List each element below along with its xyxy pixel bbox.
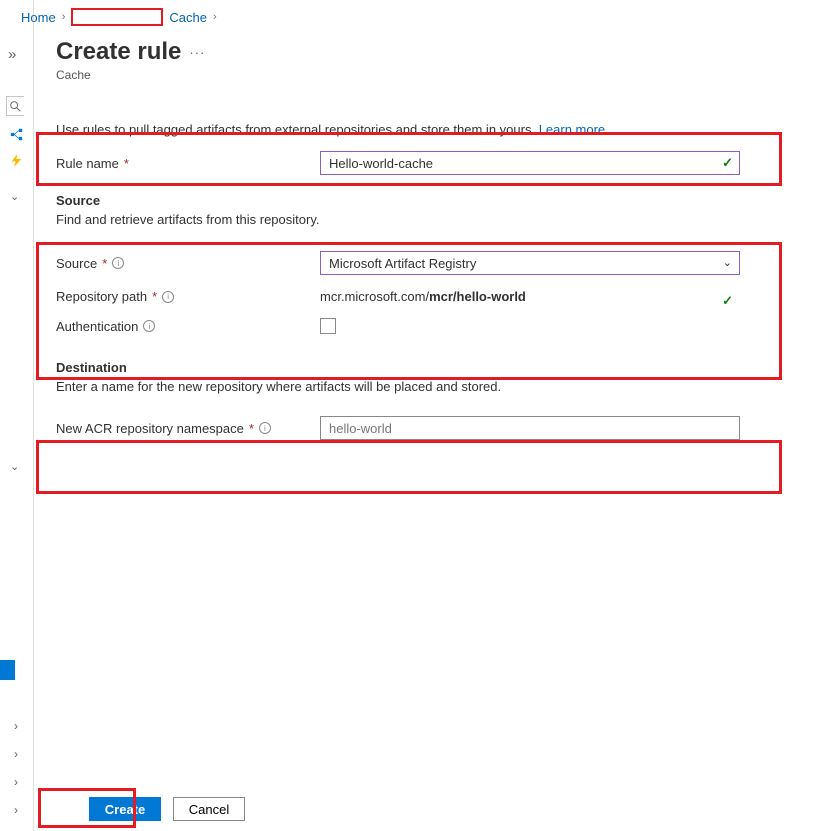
intro-text: Use rules to pull tagged artifacts from …: [56, 122, 800, 137]
nav-icon-1[interactable]: [10, 128, 23, 144]
breadcrumb: Home › Cache ›: [19, 0, 822, 26]
learn-more-link[interactable]: Learn more: [539, 122, 605, 137]
required-marker: *: [124, 156, 129, 171]
info-icon[interactable]: i: [143, 320, 155, 332]
active-nav-indicator: [0, 660, 15, 680]
namespace-input[interactable]: [320, 416, 740, 440]
chevron-down-icon[interactable]: ⌄: [10, 190, 19, 203]
left-nav-rail: » ⌄ ⌄ › › › ›: [0, 0, 33, 831]
create-button[interactable]: Create: [89, 797, 161, 821]
search-icon[interactable]: [6, 96, 24, 116]
chevron-right-icon[interactable]: ›: [14, 747, 18, 761]
required-marker: *: [102, 256, 107, 271]
main-panel: Home › Cache › Create rule ··· Cache Use…: [33, 0, 822, 831]
source-heading: Source: [56, 193, 800, 208]
repo-path-label: Repository path: [56, 289, 147, 304]
namespace-label: New ACR repository namespace: [56, 421, 244, 436]
source-select-value: Microsoft Artifact Registry: [329, 256, 476, 271]
info-icon[interactable]: i: [112, 257, 124, 269]
valid-check-icon: ✓: [722, 155, 733, 171]
source-select[interactable]: Microsoft Artifact Registry: [320, 251, 740, 275]
chevron-right-icon: ›: [62, 11, 66, 23]
rule-name-input[interactable]: [320, 151, 740, 175]
destination-description: Enter a name for the new repository wher…: [56, 379, 800, 394]
required-marker: *: [152, 289, 157, 304]
source-description: Find and retrieve artifacts from this re…: [56, 212, 800, 227]
info-icon[interactable]: i: [162, 291, 174, 303]
destination-heading: Destination: [56, 360, 800, 375]
more-actions-icon[interactable]: ···: [189, 45, 205, 60]
breadcrumb-redacted: [71, 8, 163, 26]
rule-name-label: Rule name: [56, 156, 119, 171]
chevron-right-icon: ›: [213, 11, 217, 23]
breadcrumb-home[interactable]: Home: [21, 10, 56, 25]
repo-path-input[interactable]: mcr.microsoft.com/mcr/hello-world: [320, 289, 740, 304]
auth-label: Authentication: [56, 319, 138, 334]
page-subtitle: Cache: [56, 68, 800, 82]
required-marker: *: [249, 421, 254, 436]
chevron-down-icon[interactable]: ⌄: [10, 460, 19, 473]
source-label: Source: [56, 256, 97, 271]
collapse-nav-icon[interactable]: »: [8, 46, 16, 63]
breadcrumb-cache[interactable]: Cache: [169, 10, 207, 25]
footer-actions: Create Cancel: [67, 793, 822, 829]
cancel-button[interactable]: Cancel: [173, 797, 245, 821]
page-title: Create rule: [56, 38, 181, 66]
chevron-right-icon[interactable]: ›: [14, 719, 18, 733]
valid-check-icon: ✓: [722, 293, 733, 309]
chevron-right-icon[interactable]: ›: [14, 803, 18, 817]
repo-path-value: mcr/hello-world: [429, 289, 526, 304]
info-icon[interactable]: i: [259, 422, 271, 434]
chevron-right-icon[interactable]: ›: [14, 775, 18, 789]
repo-path-prefix: mcr.microsoft.com/: [320, 289, 429, 304]
auth-checkbox[interactable]: [320, 318, 336, 334]
nav-icon-bolt[interactable]: [10, 154, 23, 170]
